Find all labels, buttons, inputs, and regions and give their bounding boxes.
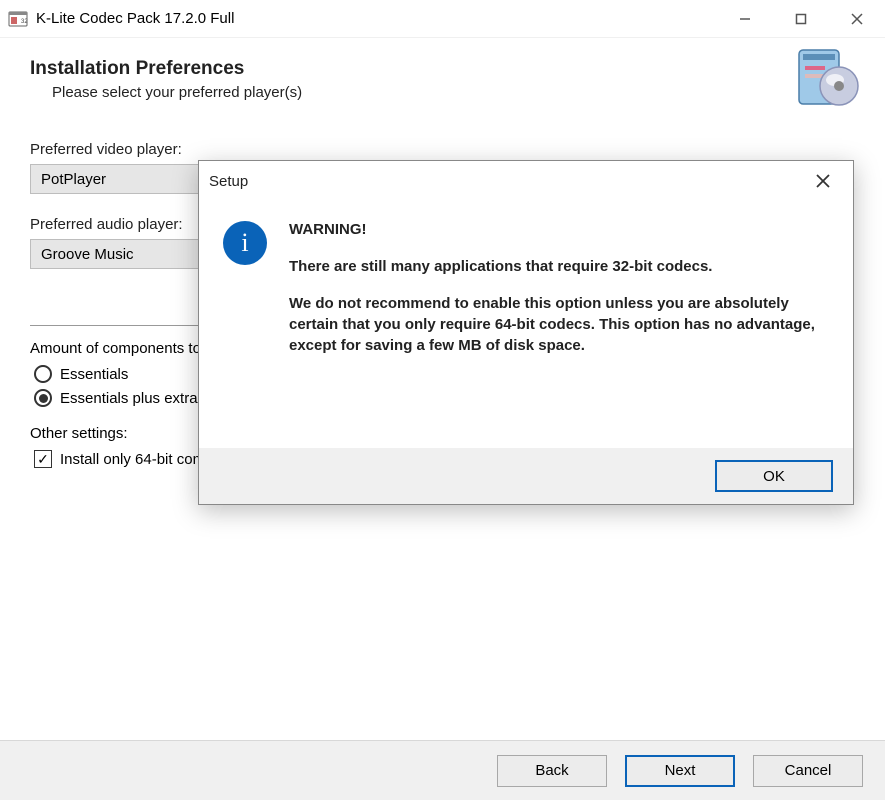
svg-text:321: 321	[21, 19, 28, 25]
minimize-button[interactable]	[717, 0, 773, 38]
window-controls	[717, 0, 885, 38]
page-heading: Installation Preferences	[30, 58, 855, 80]
page-subheading: Please select your preferred player(s)	[30, 84, 855, 101]
audio-player-value: Groove Music	[41, 246, 134, 263]
checkbox-icon	[34, 450, 52, 468]
dialog-body: i WARNING! There are still many applicat…	[199, 201, 853, 372]
dialog-close-button[interactable]	[801, 165, 845, 197]
back-button[interactable]: Back	[497, 755, 607, 787]
ok-button[interactable]: OK	[715, 460, 833, 492]
radio-icon	[34, 389, 52, 407]
video-player-value: PotPlayer	[41, 171, 106, 188]
installer-logo-icon	[793, 44, 861, 112]
radio-essentials-label: Essentials	[60, 366, 128, 383]
dialog-title: Setup	[199, 161, 853, 201]
warning-line1: There are still many applications that r…	[289, 258, 712, 275]
warning-dialog: Setup i WARNING! There are still many ap…	[198, 160, 854, 505]
footer: Back Next Cancel	[0, 740, 885, 800]
next-button[interactable]: Next	[625, 755, 735, 787]
radio-essentials-extras-label: Essentials plus extras	[60, 390, 205, 407]
warning-line2: We do not recommend to enable this optio…	[289, 295, 815, 354]
warning-heading: WARNING!	[289, 221, 367, 238]
app-icon: 321	[8, 9, 28, 29]
cancel-button[interactable]: Cancel	[753, 755, 863, 787]
close-button[interactable]	[829, 0, 885, 38]
window-title: K-Lite Codec Pack 17.2.0 Full	[36, 10, 717, 27]
info-icon: i	[223, 221, 267, 265]
dialog-text: WARNING! There are still many applicatio…	[289, 219, 829, 372]
maximize-button[interactable]	[773, 0, 829, 38]
titlebar: 321 K-Lite Codec Pack 17.2.0 Full	[0, 0, 885, 38]
video-player-label: Preferred video player:	[30, 141, 855, 158]
radio-icon	[34, 365, 52, 383]
dialog-footer: OK	[199, 448, 853, 504]
